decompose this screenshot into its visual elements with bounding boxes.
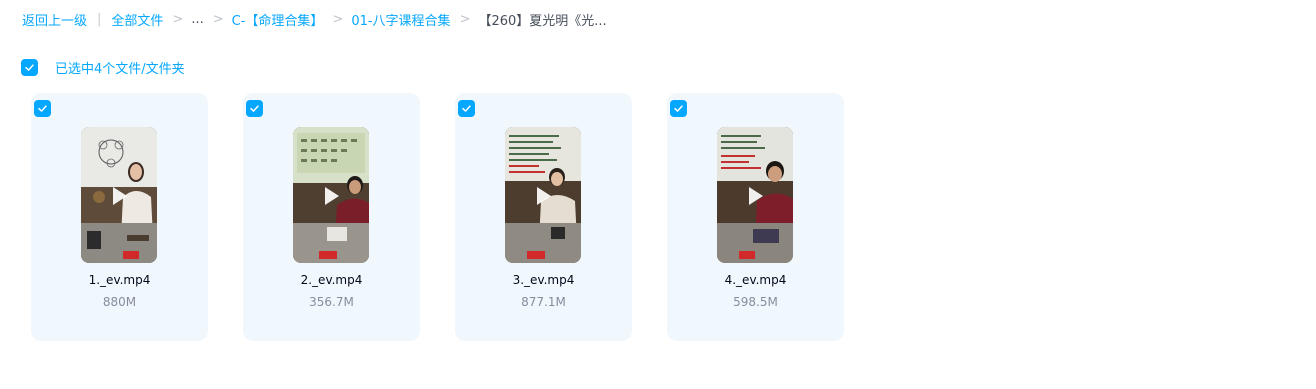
chevron-right-icon: >	[332, 11, 344, 27]
file-size: 877.1M	[521, 295, 566, 309]
breadcrumb-all-files[interactable]: 全部文件	[111, 10, 163, 29]
check-icon	[674, 105, 683, 112]
selection-count-text: 已选中4个文件/文件夹	[55, 61, 185, 77]
play-icon	[537, 187, 551, 205]
play-icon	[749, 187, 763, 205]
file-checkbox[interactable]	[670, 100, 687, 117]
breadcrumb-current-folder: 【260】夏光明《光...	[478, 13, 607, 29]
video-thumbnail-icon[interactable]	[293, 127, 369, 263]
file-name: 3._ev.mp4	[512, 273, 575, 287]
breadcrumb-folder-01[interactable]: 01-八字课程合集	[351, 10, 450, 29]
breadcrumb: 返回上一级 | 全部文件 > ... > C-【命理合集】 > 01-八字课程合…	[22, 9, 607, 29]
check-icon	[462, 105, 471, 112]
select-all-row: 已选中4个文件/文件夹	[21, 58, 185, 77]
file-size: 880M	[102, 295, 137, 309]
chevron-right-icon: >	[172, 11, 184, 27]
check-icon	[38, 105, 47, 112]
file-card[interactable]: 1._ev.mp4 880M	[31, 93, 208, 341]
play-icon	[113, 187, 127, 205]
video-thumbnail-icon[interactable]	[505, 127, 581, 263]
breadcrumb-folder-c[interactable]: C-【命理合集】	[232, 10, 324, 29]
back-link[interactable]: 返回上一级	[22, 10, 87, 29]
file-name: 1._ev.mp4	[88, 273, 151, 287]
file-size: 356.7M	[309, 295, 354, 309]
breadcrumb-divider: |	[97, 11, 102, 27]
file-name: 2._ev.mp4	[300, 273, 363, 287]
file-grid: 1._ev.mp4 880M 2._ev.mp4 356.7M 3._ev.mp…	[31, 93, 879, 341]
chevron-right-icon: >	[459, 11, 471, 27]
video-thumbnail-icon[interactable]	[717, 127, 793, 263]
breadcrumb-ellipsis[interactable]: ...	[191, 12, 203, 27]
file-checkbox[interactable]	[246, 100, 263, 117]
file-card[interactable]: 4._ev.mp4 598.5M	[667, 93, 844, 341]
play-icon	[325, 187, 339, 205]
file-name: 4._ev.mp4	[724, 273, 787, 287]
file-checkbox[interactable]	[458, 100, 475, 117]
select-all-checkbox[interactable]	[21, 58, 38, 76]
file-card[interactable]: 3._ev.mp4 877.1M	[455, 93, 632, 341]
video-thumbnail-icon[interactable]	[81, 127, 157, 263]
check-icon	[250, 105, 259, 112]
check-icon	[25, 63, 34, 71]
file-checkbox[interactable]	[34, 100, 51, 117]
chevron-right-icon: >	[212, 11, 224, 27]
file-size: 598.5M	[733, 295, 778, 309]
file-card[interactable]: 2._ev.mp4 356.7M	[243, 93, 420, 341]
